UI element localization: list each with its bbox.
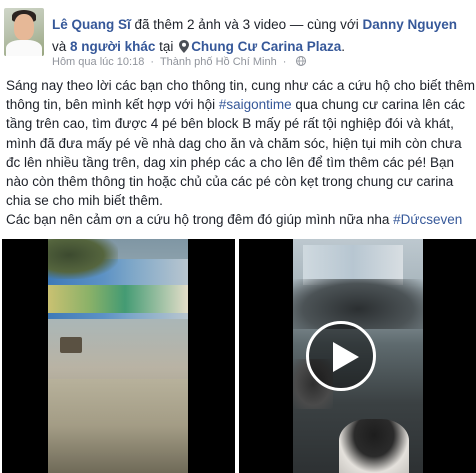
location-link[interactable]: Thành phố Hồ Chí Minh bbox=[160, 56, 277, 68]
hashtag-saigontime[interactable]: #saigontime bbox=[219, 97, 292, 112]
post-header: Lê Quang Sĩ đã thêm 2 ảnh và 3 video — c… bbox=[0, 0, 476, 68]
globe-icon[interactable] bbox=[295, 56, 306, 66]
and-text: và bbox=[52, 39, 71, 54]
others-link[interactable]: 8 người khác bbox=[70, 39, 155, 54]
play-icon[interactable] bbox=[306, 321, 376, 391]
author-name-link[interactable]: Lê Quang Sĩ bbox=[52, 17, 131, 32]
post-meta: Hôm qua lúc 10:18 · Thành phố Hồ Chí Min… bbox=[52, 56, 306, 68]
tagged-person-link[interactable]: Danny Nguyen bbox=[363, 17, 458, 32]
author-avatar[interactable] bbox=[4, 8, 44, 56]
video-thumbnail-2[interactable] bbox=[239, 239, 476, 473]
post-text-2a: Các bạn nên cảm ơn a cứu hộ trong đêm đó… bbox=[6, 212, 394, 228]
post-text-1b: qua chung cư carina lên các tầng trên ca… bbox=[6, 97, 466, 209]
post-paragraph-1: Sáng nay theo lời các bạn cho thông tin,… bbox=[6, 76, 476, 210]
meta-separator: · bbox=[150, 56, 155, 68]
timestamp-link[interactable]: Hôm qua lúc 10:18 bbox=[52, 56, 144, 68]
action-text: đã thêm 2 ảnh và 3 video — cùng với bbox=[130, 17, 363, 32]
post-paragraph-2: Các bạn nên cảm ơn a cứu hộ trong đêm đó… bbox=[6, 210, 476, 229]
at-text: tại bbox=[155, 39, 178, 54]
place-end: . bbox=[341, 39, 346, 54]
hashtag-ducseven[interactable]: #Dứcseven bbox=[393, 212, 462, 227]
facebook-post: Lê Quang Sĩ đã thêm 2 ảnh và 3 video — c… bbox=[0, 0, 476, 473]
media-grid bbox=[2, 239, 476, 473]
location-pin-icon bbox=[179, 40, 190, 53]
video-frame-plaza bbox=[48, 239, 188, 473]
video-thumbnail-1[interactable] bbox=[2, 239, 235, 473]
place-link[interactable]: Chung Cư Carina Plaza bbox=[191, 39, 341, 54]
post-headline: Lê Quang Sĩ đã thêm 2 ảnh và 3 video — c… bbox=[52, 14, 472, 58]
meta-separator-2: · bbox=[282, 56, 287, 68]
post-body: Sáng nay theo lời các bạn cho thông tin,… bbox=[6, 76, 476, 230]
